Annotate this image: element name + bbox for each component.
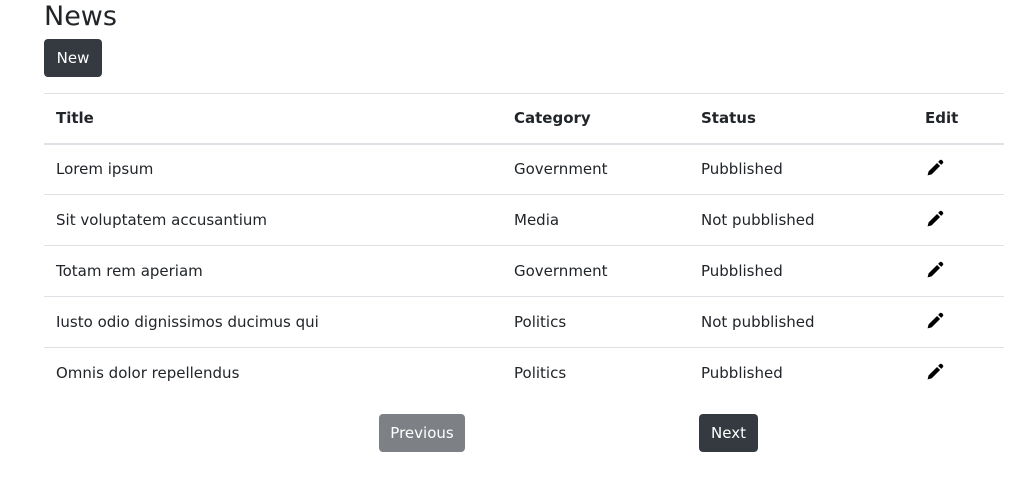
pencil-icon[interactable] — [925, 209, 945, 229]
table-row: Iusto odio dignissimos ducimus qui Polit… — [44, 296, 1004, 348]
cell-edit — [913, 296, 1004, 348]
cell-edit — [913, 194, 1004, 246]
column-header-title: Title — [44, 93, 502, 145]
table-row: Lorem ipsum Government Pubblished — [44, 143, 1004, 195]
column-header-edit: Edit — [913, 93, 1004, 145]
cell-edit — [913, 348, 1004, 399]
cell-category: Government — [502, 143, 689, 195]
pencil-icon[interactable] — [925, 158, 945, 178]
pencil-icon[interactable] — [925, 260, 945, 280]
cell-category: Media — [502, 194, 689, 246]
previous-page-button[interactable]: Previous — [379, 414, 465, 452]
new-news-button[interactable]: New — [44, 39, 102, 77]
cell-category: Politics — [514, 364, 567, 383]
cell-status: Not pubblished — [689, 194, 913, 246]
column-header-category: Category — [502, 93, 689, 145]
cell-title: Lorem ipsum — [44, 143, 502, 195]
cell-title: Iusto odio dignissimos ducimus qui — [44, 296, 502, 348]
table-row: Totam rem aperiam Government Pubblished — [44, 245, 1004, 297]
cell-status: Not pubblished — [689, 296, 913, 348]
cell-title: Sit voluptatem accusantium — [44, 194, 502, 246]
cell-title: Totam rem aperiam — [44, 245, 502, 297]
table-row: Sit voluptatem accusantium Media Not pub… — [44, 194, 1004, 246]
cell-status: Pubblished — [701, 364, 783, 383]
column-header-status: Status — [689, 93, 913, 145]
news-table: Title Category Status Edit Lorem ipsum G… — [44, 93, 1004, 399]
cell-status: Pubblished — [689, 143, 913, 195]
cell-edit — [913, 245, 1004, 297]
cell-title: Omnis dolor repellendus — [56, 364, 240, 383]
pencil-icon[interactable] — [925, 311, 945, 331]
pencil-icon[interactable] — [925, 362, 945, 382]
table-row: Omnis dolor repellendus Politics Pubblis… — [44, 348, 1004, 399]
cell-category: Government — [502, 245, 689, 297]
cell-edit — [913, 143, 1004, 195]
table-header-row: Title Category Status Edit — [44, 93, 1004, 145]
next-page-button[interactable]: Next — [699, 414, 758, 452]
cell-status: Pubblished — [689, 245, 913, 297]
page-title: News — [44, 1, 117, 32]
cell-category: Politics — [502, 296, 689, 348]
